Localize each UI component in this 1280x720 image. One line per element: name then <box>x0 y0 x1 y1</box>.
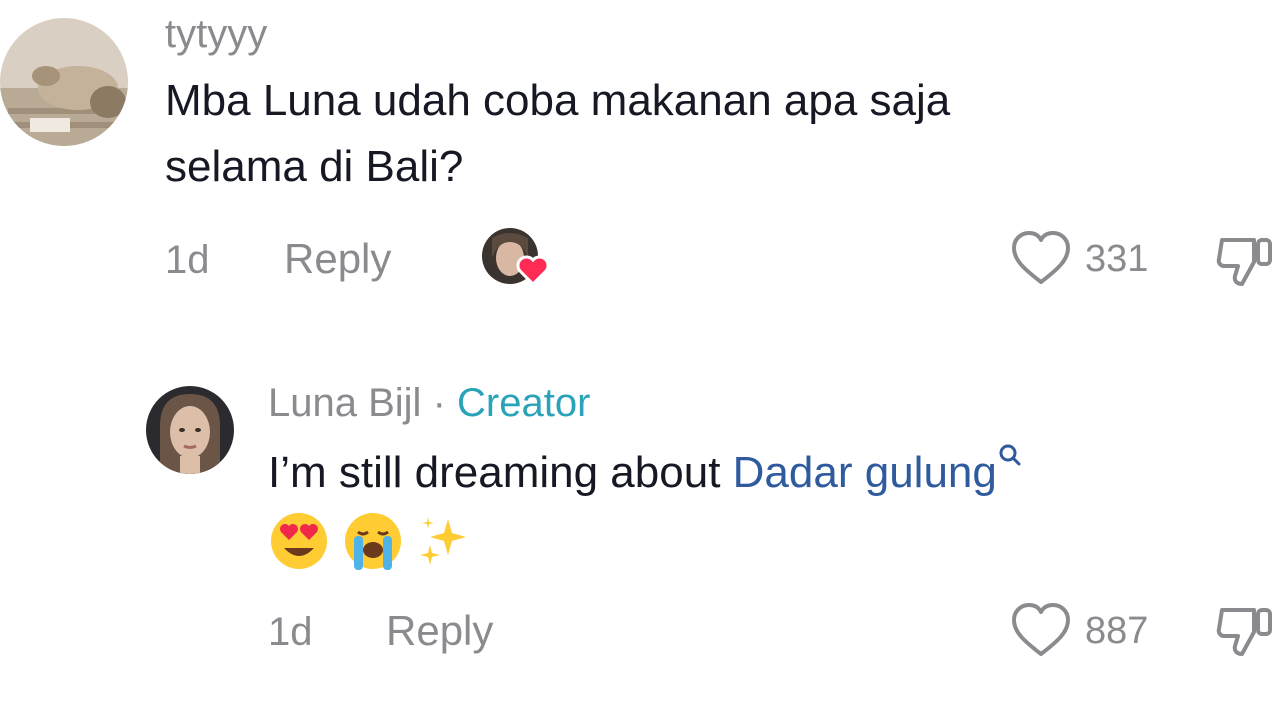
heart-outline-icon <box>1012 603 1070 656</box>
separator-dot: · <box>432 381 446 425</box>
thumbs-down-icon <box>1216 608 1272 656</box>
like-count: 331 <box>1085 238 1149 280</box>
reply-header: Luna Bijl · Creator <box>268 383 590 423</box>
dislike-button[interactable] <box>1214 232 1276 290</box>
emoji-row <box>268 506 1268 572</box>
heart-eyes-emoji-icon <box>271 513 327 570</box>
commenter-username[interactable]: tytyyy <box>165 14 267 54</box>
commenter-avatar[interactable] <box>0 18 128 146</box>
heart-badge-icon <box>516 255 550 286</box>
search-link-text[interactable]: Dadar gulung <box>733 448 997 497</box>
reply-username[interactable]: Luna Bijl <box>268 381 421 425</box>
reply-button[interactable]: Reply <box>284 238 391 280</box>
reply-text-line: I’m still dreaming about Dadar gulung <box>268 440 1268 506</box>
sparkles-emoji-icon <box>420 517 467 566</box>
search-icon <box>999 444 1021 466</box>
reply-button[interactable]: Reply <box>386 610 493 652</box>
reply-timestamp: 1d <box>268 610 313 654</box>
reply-body: I’m still dreaming about Dadar gulung <box>268 440 1268 572</box>
reply-text: I’m still dreaming about <box>268 448 721 497</box>
creator-badge: Creator <box>457 381 591 425</box>
comment-body: Mba Luna udah coba makanan apa saja sela… <box>165 68 1165 200</box>
crying-emoji-icon <box>345 513 402 571</box>
thumbs-down-icon <box>1216 238 1272 286</box>
heart-outline-icon <box>1012 231 1070 284</box>
like-button[interactable] <box>1010 601 1072 659</box>
search-link[interactable]: Dadar gulung <box>733 444 1023 497</box>
dislike-button[interactable] <box>1214 602 1276 660</box>
creator-avatar[interactable] <box>146 386 234 474</box>
comment-timestamp: 1d <box>165 238 210 282</box>
creator-liked-indicator <box>482 228 554 288</box>
like-count: 887 <box>1085 610 1149 652</box>
comment-text-line: Mba Luna udah coba makanan apa saja <box>165 76 951 125</box>
comment-text-line: selama di Bali? <box>165 142 464 191</box>
like-button[interactable] <box>1010 229 1072 287</box>
